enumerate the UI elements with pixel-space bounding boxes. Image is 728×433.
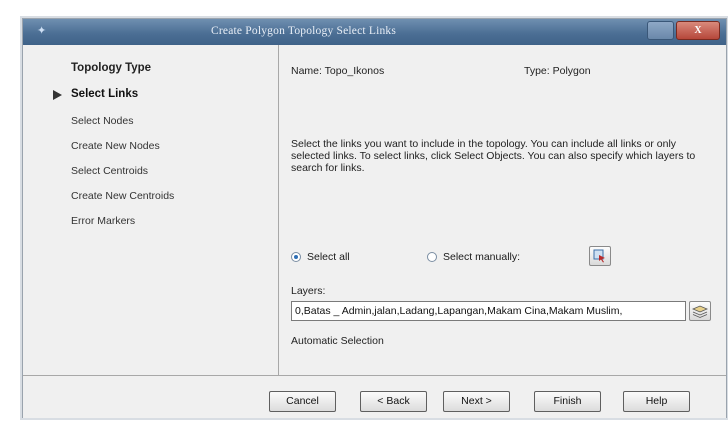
step-select-centroids: Select Centroids (71, 165, 149, 177)
cancel-button[interactable]: Cancel (269, 391, 336, 412)
select-manually-radio[interactable]: Select manually: (427, 251, 520, 263)
select-all-radio[interactable]: Select all (291, 251, 350, 263)
layers-icon (692, 305, 708, 318)
wizard-content: Name: Topo_Ikonos Type: Polygon Select t… (279, 45, 726, 375)
sidebar-header: Topology Type (71, 62, 152, 74)
select-objects-button[interactable] (589, 246, 611, 266)
wizard-footer: Cancel < Back Next > Finish Help (23, 375, 726, 418)
select-all-label: Select all (307, 251, 350, 263)
help-button[interactable]: Help (623, 391, 690, 412)
select-manually-label: Select manually: (443, 251, 521, 263)
finish-button[interactable]: Finish (534, 391, 601, 412)
select-objects-icon (593, 249, 605, 263)
step-select-nodes: Select Nodes (71, 115, 134, 127)
next-button[interactable]: Next > (443, 391, 510, 412)
topology-type: Type: Polygon (524, 65, 591, 77)
close-button[interactable]: X (676, 21, 720, 40)
current-step-arrow-icon (53, 90, 62, 100)
select-all-radio-dot[interactable] (291, 252, 301, 262)
step-create-new-nodes: Create New Nodes (71, 140, 160, 152)
app-icon: ✦ (37, 25, 47, 37)
topology-name: Name: Topo_Ikonos (291, 65, 385, 77)
select-manually-radio-dot[interactable] (427, 252, 437, 262)
wizard-steps-sidebar: Topology Type Select Links Select Nodes … (23, 45, 279, 375)
layers-browse-button[interactable] (689, 301, 711, 321)
minimize-button[interactable] (647, 21, 674, 40)
instructions-text: Select the links you want to include in … (291, 138, 696, 174)
layers-field[interactable]: 0,Batas _ Admin,jalan,Ladang,Lapangan,Ma… (291, 301, 686, 321)
back-button[interactable]: < Back (360, 391, 427, 412)
step-error-markers: Error Markers (71, 215, 136, 227)
title-bar[interactable]: ✦ Create Polygon Topology Select Links X (23, 19, 726, 45)
step-create-new-centroids: Create New Centroids (71, 190, 175, 202)
layers-label: Layers: (291, 285, 326, 297)
dialog-window: ✦ Create Polygon Topology Select Links X… (22, 18, 727, 418)
step-select-links: Select Links (71, 88, 139, 100)
window-controls: X (647, 21, 720, 40)
automatic-selection-label: Automatic Selection (291, 335, 384, 347)
window-title: Create Polygon Topology Select Links (211, 25, 397, 37)
